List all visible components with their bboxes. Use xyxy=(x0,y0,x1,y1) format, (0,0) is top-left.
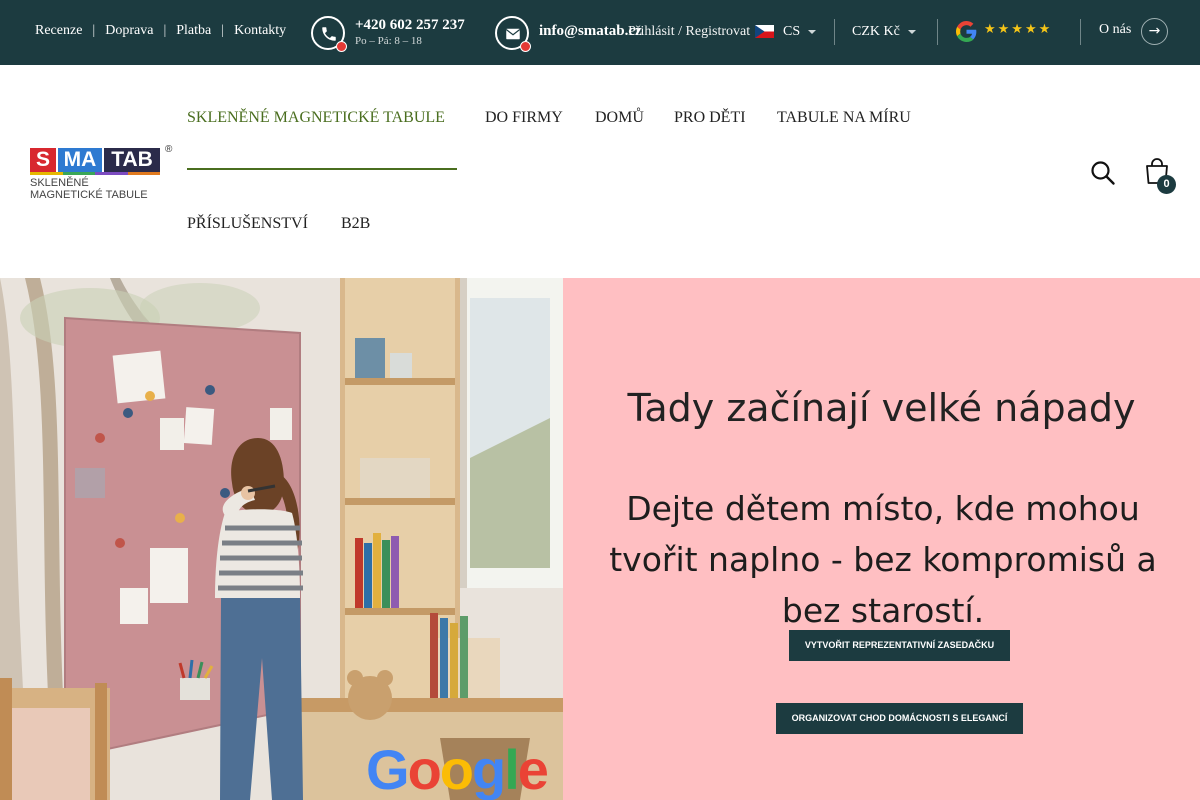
nav-sklenene-magneticke-tabule[interactable]: SKLENĚNÉ MAGNETICKÉ TABULE xyxy=(187,109,445,127)
logo-mark: S MA TAB xyxy=(30,148,160,172)
divider xyxy=(1080,19,1081,45)
main-header: S MA TAB SKLENĚNÉ MAGNETICKÉ TABULE ® SK… xyxy=(0,65,1200,278)
cta-zasedacka-button[interactable]: VYTVOŘIT REPREZENTATIVNÍ ZASEDAČKU xyxy=(789,630,1010,661)
nav-active-underline xyxy=(187,168,457,170)
link-doprava[interactable]: Doprava xyxy=(105,23,153,39)
chevron-down-icon xyxy=(808,29,817,34)
language-value: CS xyxy=(783,24,801,39)
logo-letter: MA xyxy=(58,148,102,172)
phone-number[interactable]: +420 602 257 237 xyxy=(355,17,465,34)
top-links: Recenze | Doprava | Platba | Kontakty xyxy=(35,23,286,39)
rating-stars[interactable]: ★★★★★ xyxy=(984,22,1052,37)
phone-hours: Po – Pá: 8 – 18 xyxy=(355,35,422,47)
email-link[interactable]: info@smatab.cz xyxy=(539,23,642,40)
logo-tagline-1: SKLENĚNÉ xyxy=(30,177,89,189)
logo-letter: TAB xyxy=(104,148,160,172)
hero-text-panel: Tady začínají velké nápady Dejte dětem m… xyxy=(563,278,1200,800)
top-bar: Recenze | Doprava | Platba | Kontakty +4… xyxy=(0,0,1200,65)
google-badge[interactable]: Google xyxy=(366,740,549,800)
notification-dot xyxy=(520,41,531,52)
logo-letter: S xyxy=(30,148,56,172)
hero-banner: Google Tady začínají velké nápady Dejte … xyxy=(0,278,1200,800)
currency-value: CZK Kč xyxy=(852,24,900,39)
login-register-link[interactable]: Přihlásit / Registrovat xyxy=(628,24,750,40)
search-icon[interactable] xyxy=(1090,160,1116,191)
link-separator: | xyxy=(92,23,96,38)
hero-subtitle: Dejte dětem místo, kde mohou tvořit napl… xyxy=(583,483,1183,636)
nav-prislusenstvi[interactable]: PŘÍSLUŠENSTVÍ xyxy=(187,215,308,233)
link-separator: | xyxy=(163,23,167,38)
registered-mark: ® xyxy=(165,144,173,155)
divider xyxy=(834,19,835,45)
nav-do-firmy[interactable]: DO FIRMY xyxy=(485,109,563,127)
link-separator: | xyxy=(221,23,225,38)
link-kontakty[interactable]: Kontakty xyxy=(234,23,286,39)
arrow-right-icon[interactable]: → xyxy=(1141,18,1168,45)
hero-title: Tady začínají velké nápady xyxy=(627,386,1136,430)
nav-domu[interactable]: DOMŮ xyxy=(595,109,644,127)
nav-b2b[interactable]: B2B xyxy=(341,215,370,233)
google-icon[interactable] xyxy=(956,21,977,47)
mail-icon[interactable] xyxy=(495,16,531,52)
hero-subtitle-line: bez starostí. xyxy=(781,591,985,630)
notification-dot xyxy=(336,41,347,52)
link-recenze[interactable]: Recenze xyxy=(35,23,82,39)
logo-color-strip xyxy=(30,172,160,175)
phone-icon[interactable] xyxy=(311,16,347,52)
hero-subtitle-line: Dejte dětem místo, kde mohou xyxy=(626,489,1140,528)
site-logo[interactable]: S MA TAB SKLENĚNÉ MAGNETICKÉ TABULE ® xyxy=(30,144,172,201)
divider xyxy=(937,19,938,45)
chevron-down-icon xyxy=(907,29,916,34)
nav-pro-deti[interactable]: PRO DĚTI xyxy=(674,109,746,127)
logo-tagline-2: MAGNETICKÉ TABULE xyxy=(30,189,148,201)
hero-photo: Google xyxy=(0,278,563,800)
link-platba[interactable]: Platba xyxy=(176,23,211,39)
currency-select[interactable]: CZK Kč xyxy=(852,24,916,40)
hero-subtitle-line: tvořit naplno - bez kompromisů a xyxy=(609,540,1157,579)
language-select[interactable]: CS xyxy=(783,24,817,40)
cart-count-badge: 0 xyxy=(1157,175,1176,194)
about-link[interactable]: O nás xyxy=(1099,22,1131,38)
cta-domacnost-button[interactable]: ORGANIZOVAT CHOD DOMÁCNOSTI S ELEGANCÍ xyxy=(776,703,1023,734)
nav-tabule-na-miru[interactable]: TABULE NA MÍRU xyxy=(777,109,911,127)
czech-flag-icon[interactable] xyxy=(755,25,774,38)
